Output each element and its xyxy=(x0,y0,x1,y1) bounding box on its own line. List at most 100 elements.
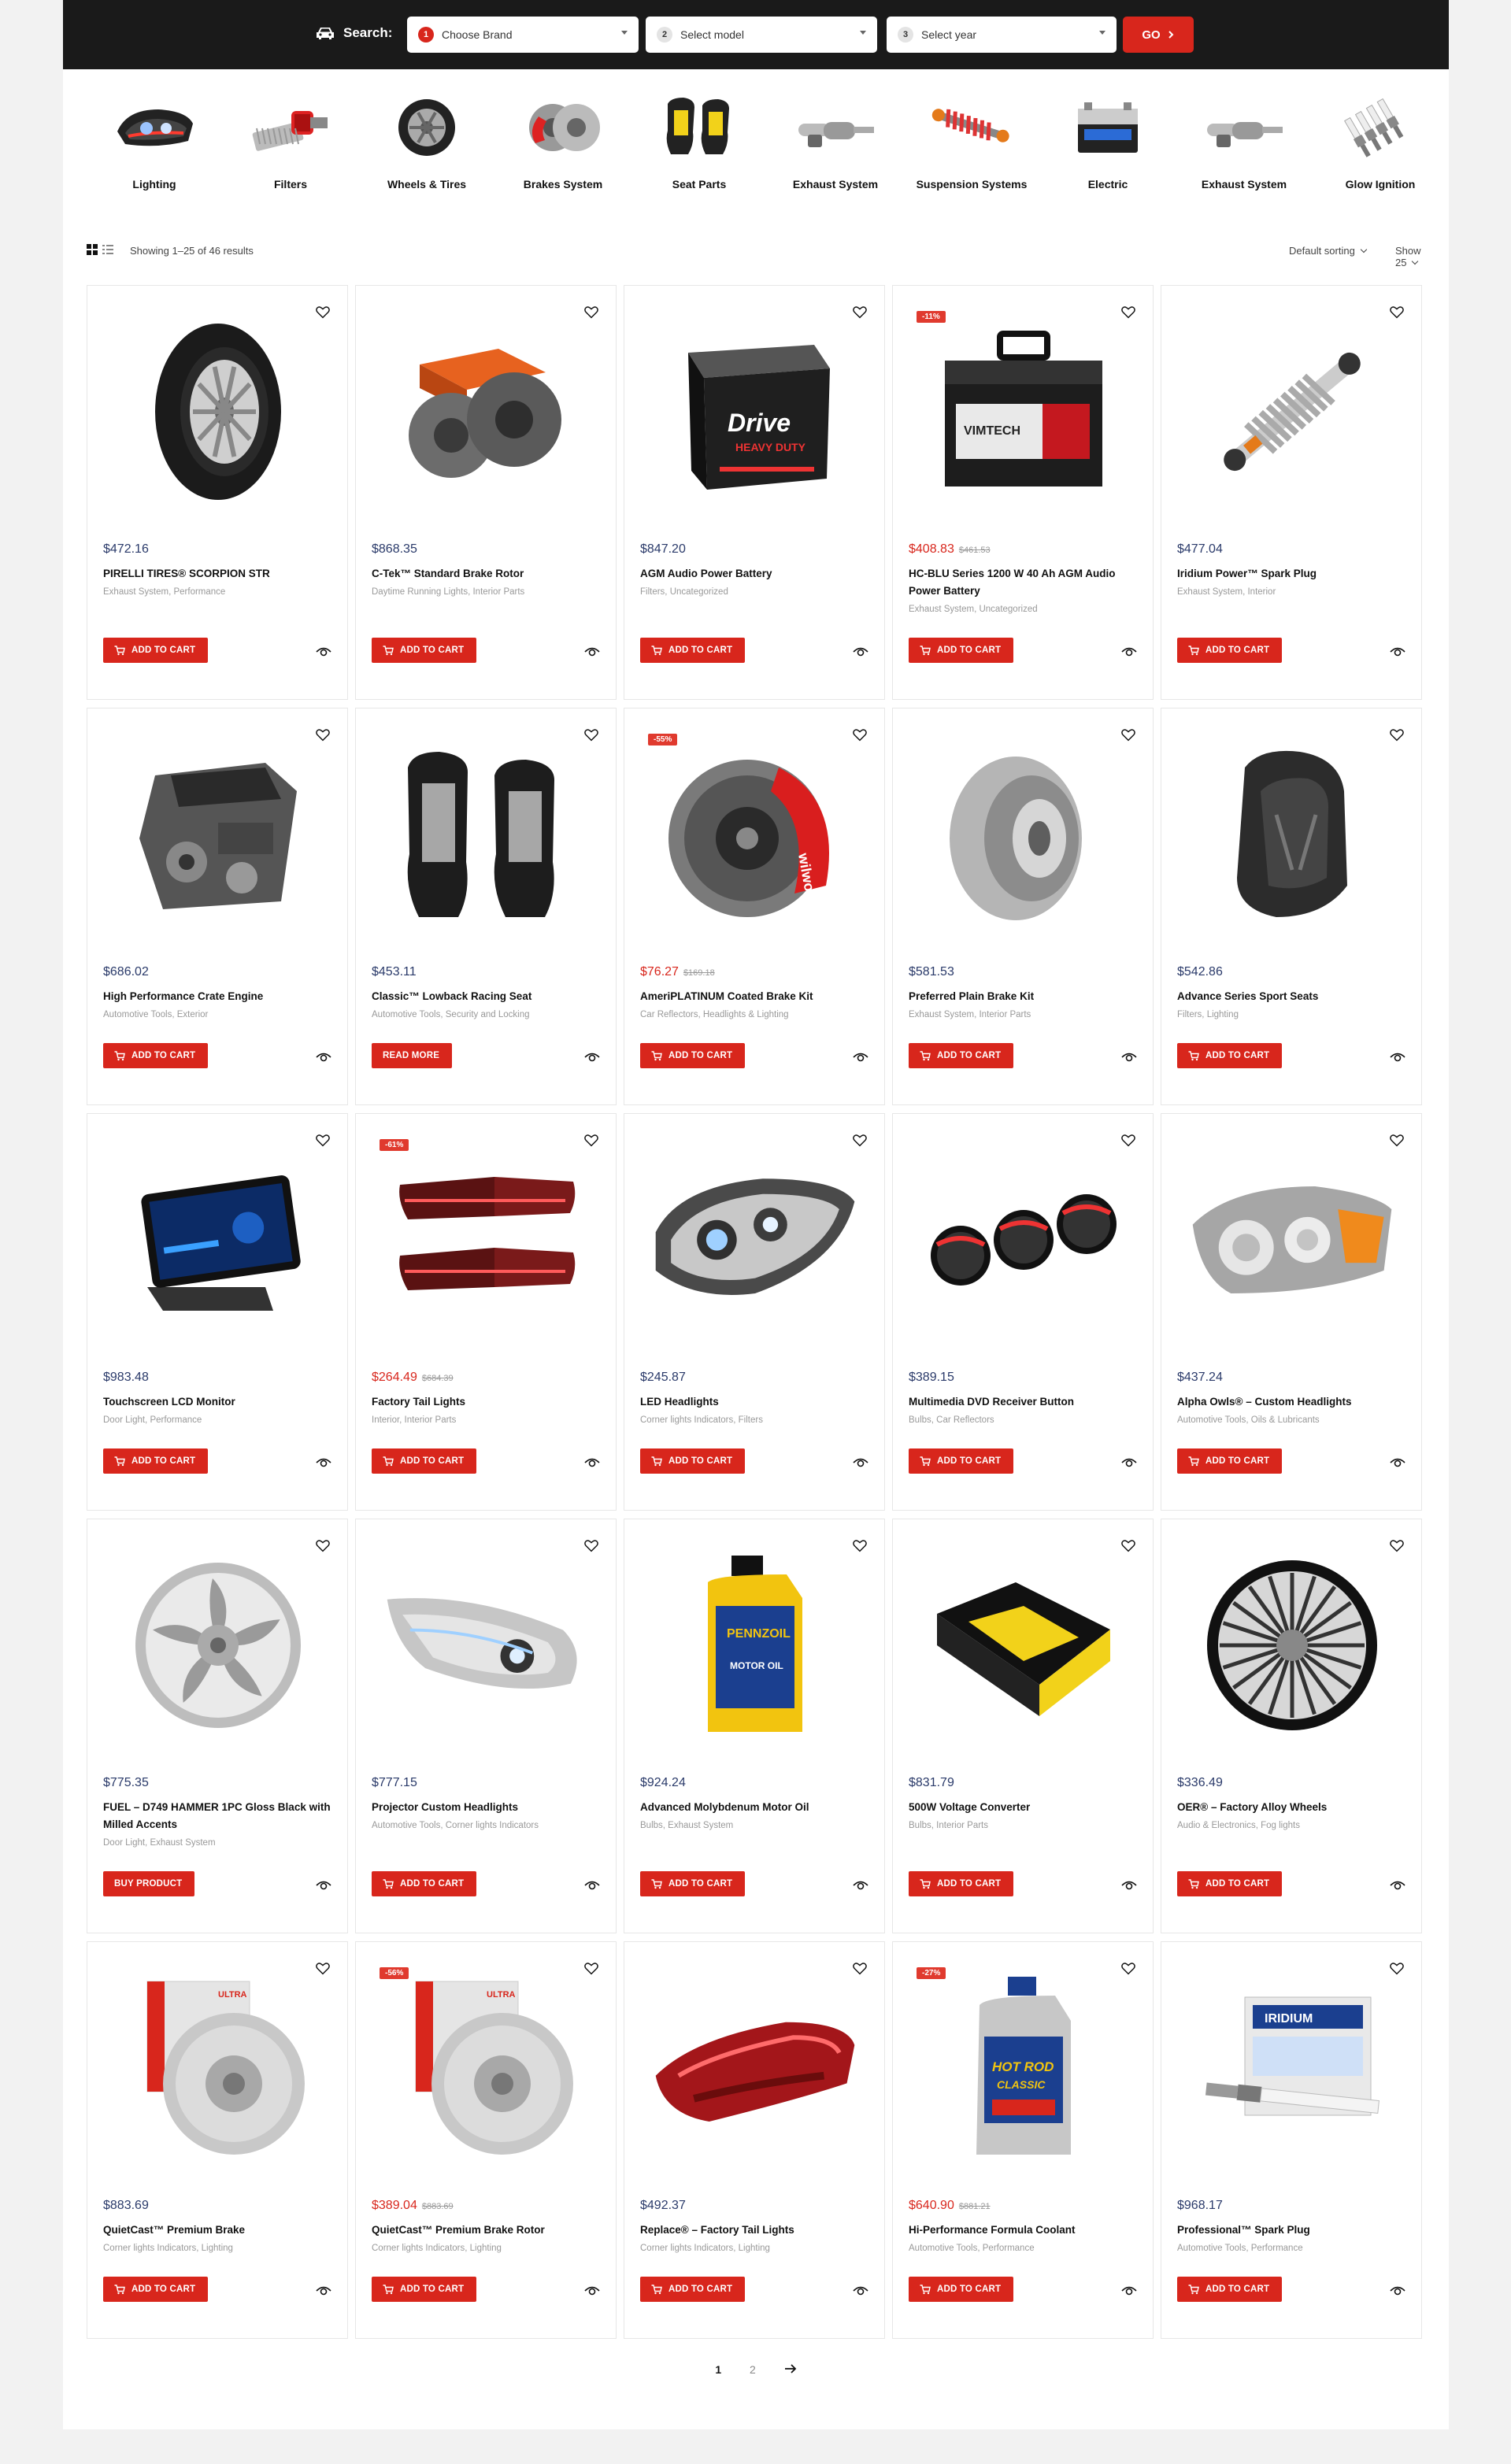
product-title[interactable]: LED Headlights xyxy=(640,1393,868,1411)
product-categories[interactable]: Corner lights Indicators, Filters xyxy=(640,1415,763,1425)
add-to-cart-button[interactable]: ADD TO CART xyxy=(1177,2277,1283,2302)
product-categories[interactable]: Door Light, Performance xyxy=(103,1415,202,1425)
product-image[interactable] xyxy=(111,732,325,937)
product-categories[interactable]: Bulbs, Interior Parts xyxy=(909,1821,988,1830)
product-title[interactable]: AmeriPLATINUM Coated Brake Kit xyxy=(640,988,868,1005)
product-image[interactable]: wilwood xyxy=(648,732,862,937)
product-title[interactable]: 500W Voltage Converter xyxy=(909,1799,1137,1816)
product-categories[interactable]: Bulbs, Exhaust System xyxy=(640,1821,733,1830)
product-title[interactable]: Classic™ Lowback Racing Seat xyxy=(372,988,600,1005)
product-card[interactable]: $336.49 OER® – Factory Alloy Wheels Audio … xyxy=(1161,1519,1422,1933)
quick-view-eye-icon[interactable] xyxy=(1390,2283,1405,2299)
quick-view-eye-icon[interactable] xyxy=(1121,1455,1137,1471)
product-card[interactable]: VIMTECH -11% $408.83 $461.53 HC-BLU Series 1… xyxy=(892,285,1154,700)
quick-view-eye-icon[interactable] xyxy=(1121,1049,1137,1065)
product-card[interactable]: $831.79 500W Voltage Converter Bulbs, Inte… xyxy=(892,1519,1154,1933)
category-item[interactable]: Seat Parts xyxy=(631,93,767,192)
product-image[interactable] xyxy=(380,1138,594,1342)
product-image[interactable]: Drive HEAVY DUTY xyxy=(648,309,862,514)
add-to-cart-button[interactable]: ADD TO CART xyxy=(640,2277,746,2302)
add-to-cart-button[interactable]: ADD TO CART xyxy=(909,1871,1014,1896)
add-to-cart-button[interactable]: ADD TO CART xyxy=(640,638,746,663)
quick-view-eye-icon[interactable] xyxy=(853,1878,868,1893)
product-image[interactable]: PENNZOIL MOTOR OIL xyxy=(648,1543,862,1748)
add-to-cart-button[interactable]: ADD TO CART xyxy=(1177,1448,1283,1474)
product-title[interactable]: Alpha Owls® – Custom Headlights xyxy=(1177,1393,1405,1411)
quick-view-eye-icon[interactable] xyxy=(1121,644,1137,660)
add-to-cart-button[interactable]: ADD TO CART xyxy=(909,2277,1014,2302)
product-categories[interactable]: Exhaust System, Interior Parts xyxy=(909,1010,1031,1019)
add-to-cart-button[interactable]: ADD TO CART xyxy=(909,638,1014,663)
product-image[interactable] xyxy=(1185,1138,1399,1342)
product-title[interactable]: PIRELLI TIRES® SCORPION STR xyxy=(103,565,331,583)
product-categories[interactable]: Exhaust System, Interior xyxy=(1177,587,1276,597)
product-card[interactable]: $389.15 Multimedia DVD Receiver Button Bul… xyxy=(892,1113,1154,1511)
product-card[interactable]: PENNZOIL MOTOR OIL $924.24 Advanced Molybde… xyxy=(624,1519,885,1933)
product-title[interactable]: QuietCast™ Premium Brake xyxy=(103,2222,331,2239)
heart-icon[interactable] xyxy=(316,1134,330,1149)
add-to-cart-button[interactable]: ADD TO CART xyxy=(640,1043,746,1068)
product-image[interactable] xyxy=(111,1138,325,1342)
quick-view-eye-icon[interactable] xyxy=(316,2283,331,2299)
product-categories[interactable]: Car Reflectors, Headlights & Lighting xyxy=(640,1010,789,1019)
quick-view-eye-icon[interactable] xyxy=(853,1049,868,1065)
add-to-cart-button[interactable]: ADD TO CART xyxy=(103,2277,209,2302)
product-categories[interactable]: Audio & Electronics, Fog lights xyxy=(1177,1821,1300,1830)
heart-icon[interactable] xyxy=(853,729,867,743)
product-categories[interactable]: Daytime Running Lights, Interior Parts xyxy=(372,587,524,597)
heart-icon[interactable] xyxy=(1121,1134,1135,1149)
add-to-cart-button[interactable]: ADD TO CART xyxy=(372,1871,477,1896)
product-categories[interactable]: Automotive Tools, Exterior xyxy=(103,1010,208,1019)
add-to-cart-button[interactable]: ADD TO CART xyxy=(909,1448,1014,1474)
quick-view-eye-icon[interactable] xyxy=(1121,2283,1137,2299)
product-title[interactable]: Hi-Performance Formula Coolant xyxy=(909,2222,1137,2239)
product-categories[interactable]: Automotive Tools, Performance xyxy=(909,2244,1035,2253)
product-card[interactable]: $477.04 Iridium Power™ Spark Plug Exhaust … xyxy=(1161,285,1422,700)
product-title[interactable]: Professional™ Spark Plug xyxy=(1177,2222,1405,2239)
product-card[interactable]: $581.53 Preferred Plain Brake Kit Exhaust … xyxy=(892,708,1154,1105)
brand-select[interactable]: 1 Choose Brand xyxy=(407,17,639,53)
quick-view-eye-icon[interactable] xyxy=(584,2283,600,2299)
year-select[interactable]: 3 Select year xyxy=(887,17,1117,53)
add-to-cart-button[interactable]: ADD TO CART xyxy=(372,1448,477,1474)
product-title[interactable]: Multimedia DVD Receiver Button xyxy=(909,1393,1137,1411)
product-categories[interactable]: Corner lights Indicators, Lighting xyxy=(103,2244,233,2253)
product-categories[interactable]: Door Light, Exhaust System xyxy=(103,1838,216,1848)
heart-icon[interactable] xyxy=(1121,1540,1135,1554)
product-title[interactable]: QuietCast™ Premium Brake Rotor xyxy=(372,2222,600,2239)
quick-view-eye-icon[interactable] xyxy=(1390,1049,1405,1065)
quick-view-eye-icon[interactable] xyxy=(853,1455,868,1471)
model-select[interactable]: 2 Select model xyxy=(646,17,877,53)
product-title[interactable]: High Performance Crate Engine xyxy=(103,988,331,1005)
heart-icon[interactable] xyxy=(584,1134,598,1149)
product-card[interactable]: ULTRA $883.69 QuietCast™ Premium Brake Corn… xyxy=(87,1941,348,2339)
go-button[interactable]: GO xyxy=(1123,17,1194,53)
product-image[interactable] xyxy=(380,309,594,514)
category-item[interactable]: Exhaust System xyxy=(1176,93,1312,192)
heart-icon[interactable] xyxy=(316,729,330,743)
quick-view-eye-icon[interactable] xyxy=(584,644,600,660)
quick-view-eye-icon[interactable] xyxy=(853,644,868,660)
add-to-cart-button[interactable]: ADD TO CART xyxy=(103,1043,209,1068)
product-card[interactable]: -61% $264.49 $684.39 Factory Tail Lights Int… xyxy=(355,1113,617,1511)
product-categories[interactable]: Interior, Interior Parts xyxy=(372,1415,456,1425)
product-image[interactable] xyxy=(380,1543,594,1748)
product-card[interactable]: $437.24 Alpha Owls® – Custom Headlights Au… xyxy=(1161,1113,1422,1511)
product-card[interactable]: wilwood -55% $76.27 $169.18 AmeriPLATINUM Co… xyxy=(624,708,885,1105)
product-card[interactable]: ULTRA -56% $389.04 $883.69 QuietCast™ Premiu… xyxy=(355,1941,617,2339)
heart-icon[interactable] xyxy=(1390,729,1404,743)
quick-view-eye-icon[interactable] xyxy=(316,644,331,660)
product-title[interactable]: Touchscreen LCD Monitor xyxy=(103,1393,331,1411)
heart-icon[interactable] xyxy=(1390,1134,1404,1149)
product-categories[interactable]: Bulbs, Car Reflectors xyxy=(909,1415,994,1425)
add-to-cart-button[interactable]: ADD TO CART xyxy=(103,638,209,663)
product-title[interactable]: Preferred Plain Brake Kit xyxy=(909,988,1137,1005)
heart-icon[interactable] xyxy=(584,729,598,743)
product-categories[interactable]: Automotive Tools, Corner lights Indicato… xyxy=(372,1821,539,1830)
add-to-cart-button[interactable]: ADD TO CART xyxy=(1177,1043,1283,1068)
product-image[interactable] xyxy=(111,309,325,514)
product-image[interactable]: ULTRA xyxy=(380,1966,594,2170)
product-card[interactable]: $472.16 PIRELLI TIRES® SCORPION STR Exhaus… xyxy=(87,285,348,700)
product-categories[interactable]: Corner lights Indicators, Lighting xyxy=(640,2244,770,2253)
product-card[interactable]: $453.11 Classic™ Lowback Racing Seat Autom… xyxy=(355,708,617,1105)
